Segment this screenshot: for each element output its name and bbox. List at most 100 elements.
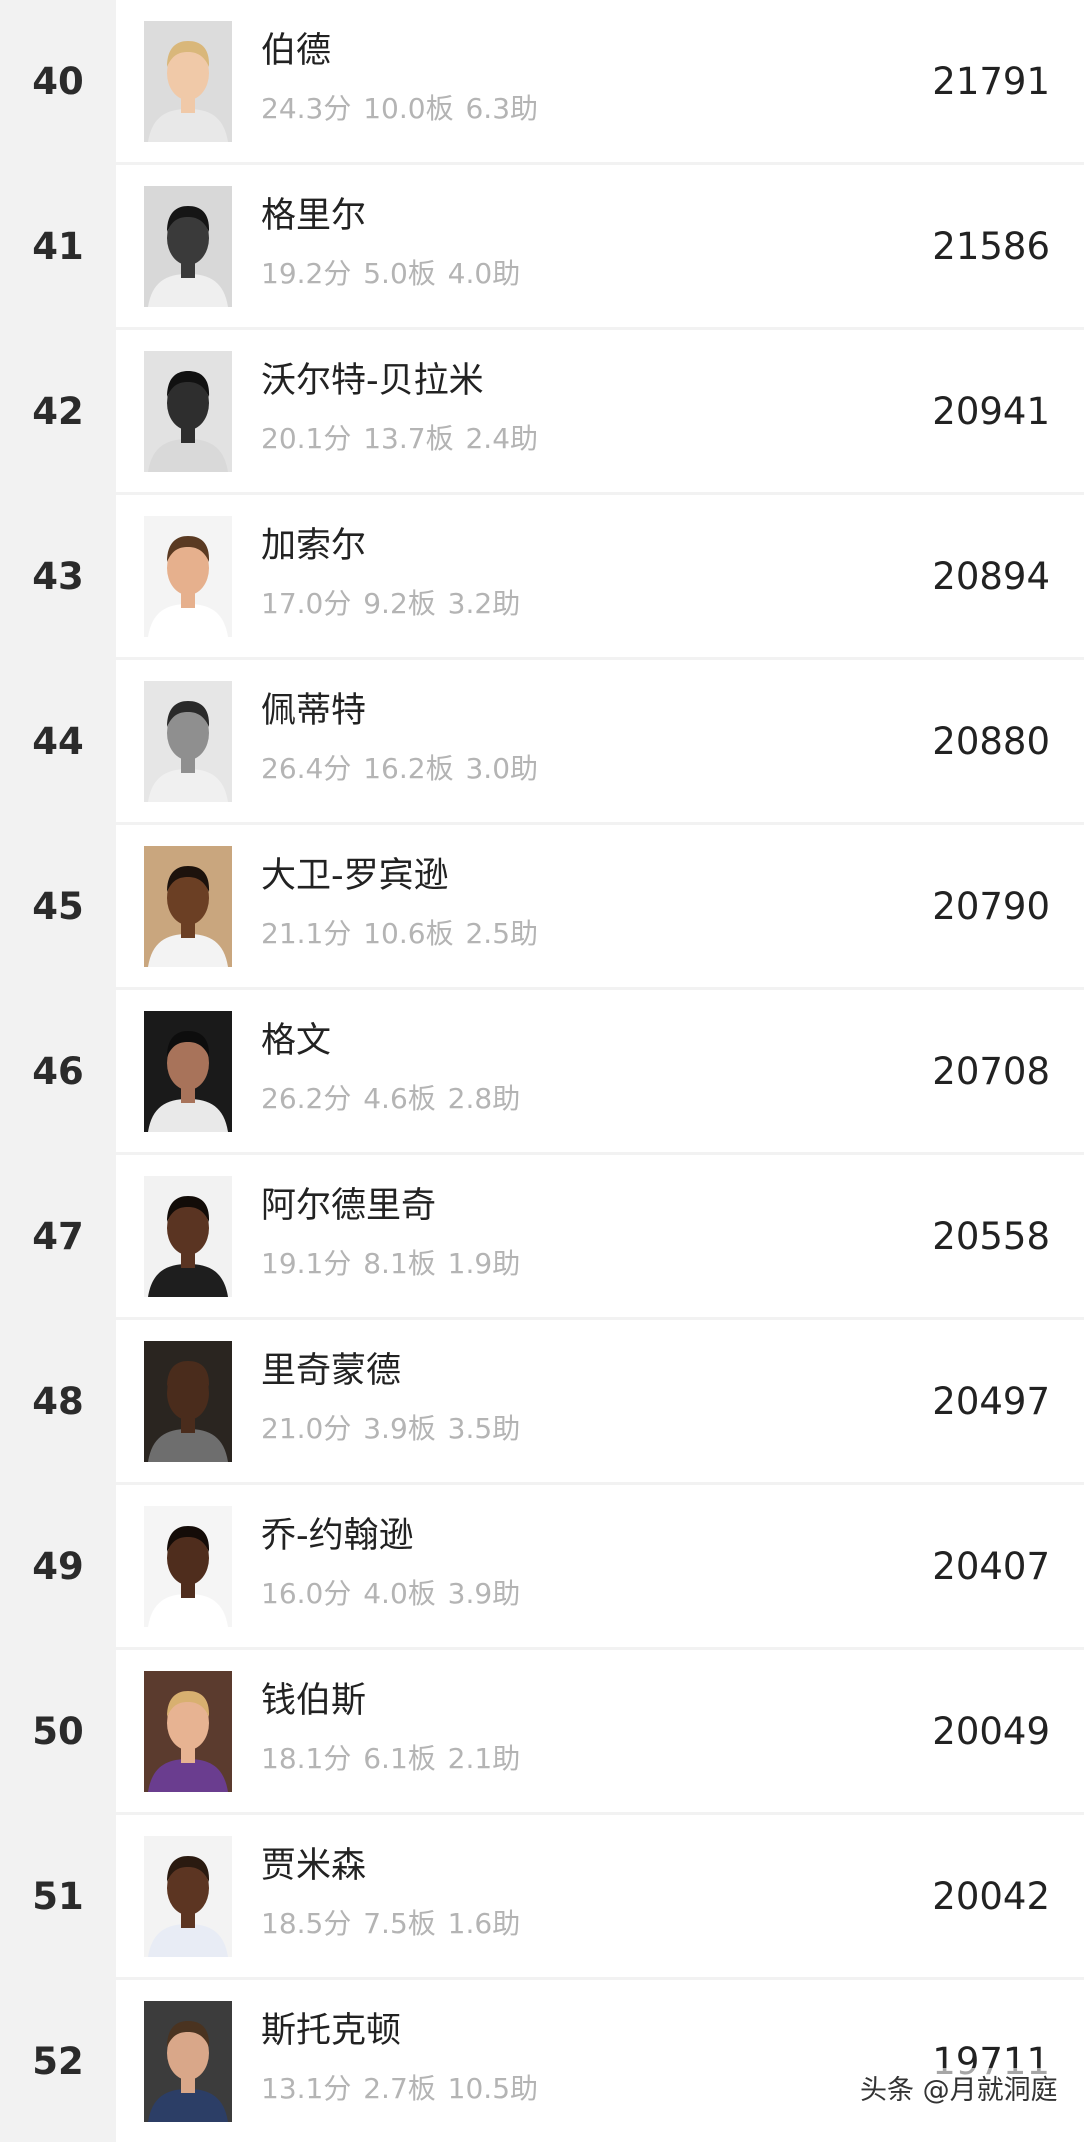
career-points: 20941 [932,389,1050,433]
player-stats: 19.1分 8.1板 1.9助 [261,1247,521,1280]
career-points: 20558 [932,1214,1050,1258]
player-stats: 13.1分 2.7板 10.5助 [261,2072,539,2105]
player-name: 里奇蒙德 [261,1351,402,1391]
list-item[interactable]: 46 格文 26.2分 4.6板 2.8助 20708 [0,990,1084,1152]
career-points: 20880 [932,719,1050,763]
player-name: 加索尔 [261,526,367,566]
list-item[interactable]: 40 伯德 24.3分 10.0板 6.3助 21791 [0,0,1084,162]
player-photo [144,681,232,802]
rank-number: 41 [0,165,116,327]
list-item[interactable]: 50 钱伯斯 18.1分 6.1板 2.1助 20049 [0,1650,1084,1812]
career-points: 20042 [932,1874,1050,1918]
player-card[interactable]: 佩蒂特 26.4分 16.2板 3.0助 20880 [116,660,1084,822]
player-card[interactable]: 钱伯斯 18.1分 6.1板 2.1助 20049 [116,1650,1084,1812]
rank-number: 47 [0,1155,116,1317]
player-name: 伯德 [261,31,332,71]
list-item[interactable]: 43 加索尔 17.0分 9.2板 3.2助 20894 [0,495,1084,657]
avatar[interactable] [144,1176,232,1297]
list-item[interactable]: 44 佩蒂特 26.4分 16.2板 3.0助 20880 [0,660,1084,822]
player-photo [144,21,232,142]
career-points: 20708 [932,1049,1050,1093]
player-stats: 21.0分 3.9板 3.5助 [261,1412,521,1445]
player-photo [144,1506,232,1627]
list-item[interactable]: 41 格里尔 19.2分 5.0板 4.0助 21586 [0,165,1084,327]
player-photo [144,351,232,472]
player-card[interactable]: 沃尔特-贝拉米 20.1分 13.7板 2.4助 20941 [116,330,1084,492]
player-card[interactable]: 里奇蒙德 21.0分 3.9板 3.5助 20497 [116,1320,1084,1482]
career-points: 20790 [932,884,1050,928]
rank-number: 52 [0,1980,116,2142]
player-card[interactable]: 阿尔德里奇 19.1分 8.1板 1.9助 20558 [116,1155,1084,1317]
rank-number: 50 [0,1650,116,1812]
avatar[interactable] [144,1671,232,1792]
avatar[interactable] [144,1836,232,1957]
player-stats: 19.2分 5.0板 4.0助 [261,257,521,290]
player-card[interactable]: 贾米森 18.5分 7.5板 1.6助 20042 [116,1815,1084,1977]
career-points: 19711 [932,2039,1050,2083]
watermark: 头条 @月就洞庭 [856,2068,1062,2107]
player-name: 乔-约翰逊 [261,1516,414,1556]
player-stats: 26.2分 4.6板 2.8助 [261,1082,521,1115]
player-card[interactable]: 格里尔 19.2分 5.0板 4.0助 21586 [116,165,1084,327]
avatar[interactable] [144,681,232,802]
avatar[interactable] [144,846,232,967]
career-points: 21791 [932,59,1050,103]
player-card[interactable]: 加索尔 17.0分 9.2板 3.2助 20894 [116,495,1084,657]
player-photo [144,186,232,307]
avatar[interactable] [144,186,232,307]
list-item[interactable]: 48 里奇蒙德 21.0分 3.9板 3.5助 20497 [0,1320,1084,1482]
avatar[interactable] [144,351,232,472]
player-name: 格文 [261,1021,332,1061]
avatar[interactable] [144,1011,232,1132]
player-photo [144,1341,232,1462]
rank-number: 43 [0,495,116,657]
player-photo [144,1176,232,1297]
rank-number: 44 [0,660,116,822]
player-card[interactable]: 斯托克顿 13.1分 2.7板 10.5助 19711 [116,1980,1084,2142]
player-name: 贾米森 [261,1846,367,1886]
player-stats: 26.4分 16.2板 3.0助 [261,752,539,785]
list-item[interactable]: 47 阿尔德里奇 19.1分 8.1板 1.9助 20558 [0,1155,1084,1317]
player-stats: 24.3分 10.0板 6.3助 [261,92,539,125]
ranking-list: 40 伯德 24.3分 10.0板 6.3助 21791 41 格里尔 19.2… [0,0,1084,2142]
career-points: 20407 [932,1544,1050,1588]
rank-number: 40 [0,0,116,162]
player-stats: 21.1分 10.6板 2.5助 [261,917,539,950]
avatar[interactable] [144,516,232,637]
player-photo [144,846,232,967]
player-stats: 20.1分 13.7板 2.4助 [261,422,539,455]
player-card[interactable]: 大卫-罗宾逊 21.1分 10.6板 2.5助 20790 [116,825,1084,987]
rank-number: 46 [0,990,116,1152]
list-item[interactable]: 49 乔-约翰逊 16.0分 4.0板 3.9助 20407 [0,1485,1084,1647]
player-photo [144,2001,232,2122]
avatar[interactable] [144,21,232,142]
player-photo [144,1011,232,1132]
player-name: 佩蒂特 [261,691,367,731]
player-photo [144,516,232,637]
avatar[interactable] [144,2001,232,2122]
player-name: 斯托克顿 [261,2011,402,2051]
list-item[interactable]: 52 斯托克顿 13.1分 2.7板 10.5助 19711 [0,1980,1084,2142]
career-points: 20049 [932,1709,1050,1753]
player-stats: 18.1分 6.1板 2.1助 [261,1742,521,1775]
player-stats: 16.0分 4.0板 3.9助 [261,1577,521,1610]
player-name: 格里尔 [261,196,367,236]
player-name: 钱伯斯 [261,1681,367,1721]
career-points: 20497 [932,1379,1050,1423]
rank-number: 49 [0,1485,116,1647]
avatar[interactable] [144,1341,232,1462]
player-name: 沃尔特-贝拉米 [261,361,484,401]
avatar[interactable] [144,1506,232,1627]
player-card[interactable]: 格文 26.2分 4.6板 2.8助 20708 [116,990,1084,1152]
career-points: 21586 [932,224,1050,268]
player-photo [144,1836,232,1957]
rank-number: 45 [0,825,116,987]
player-card[interactable]: 乔-约翰逊 16.0分 4.0板 3.9助 20407 [116,1485,1084,1647]
player-card[interactable]: 伯德 24.3分 10.0板 6.3助 21791 [116,0,1084,162]
rank-number: 48 [0,1320,116,1482]
player-stats: 17.0分 9.2板 3.2助 [261,587,521,620]
career-points: 20894 [932,554,1050,598]
list-item[interactable]: 45 大卫-罗宾逊 21.1分 10.6板 2.5助 20790 [0,825,1084,987]
list-item[interactable]: 42 沃尔特-贝拉米 20.1分 13.7板 2.4助 20941 [0,330,1084,492]
list-item[interactable]: 51 贾米森 18.5分 7.5板 1.6助 20042 [0,1815,1084,1977]
